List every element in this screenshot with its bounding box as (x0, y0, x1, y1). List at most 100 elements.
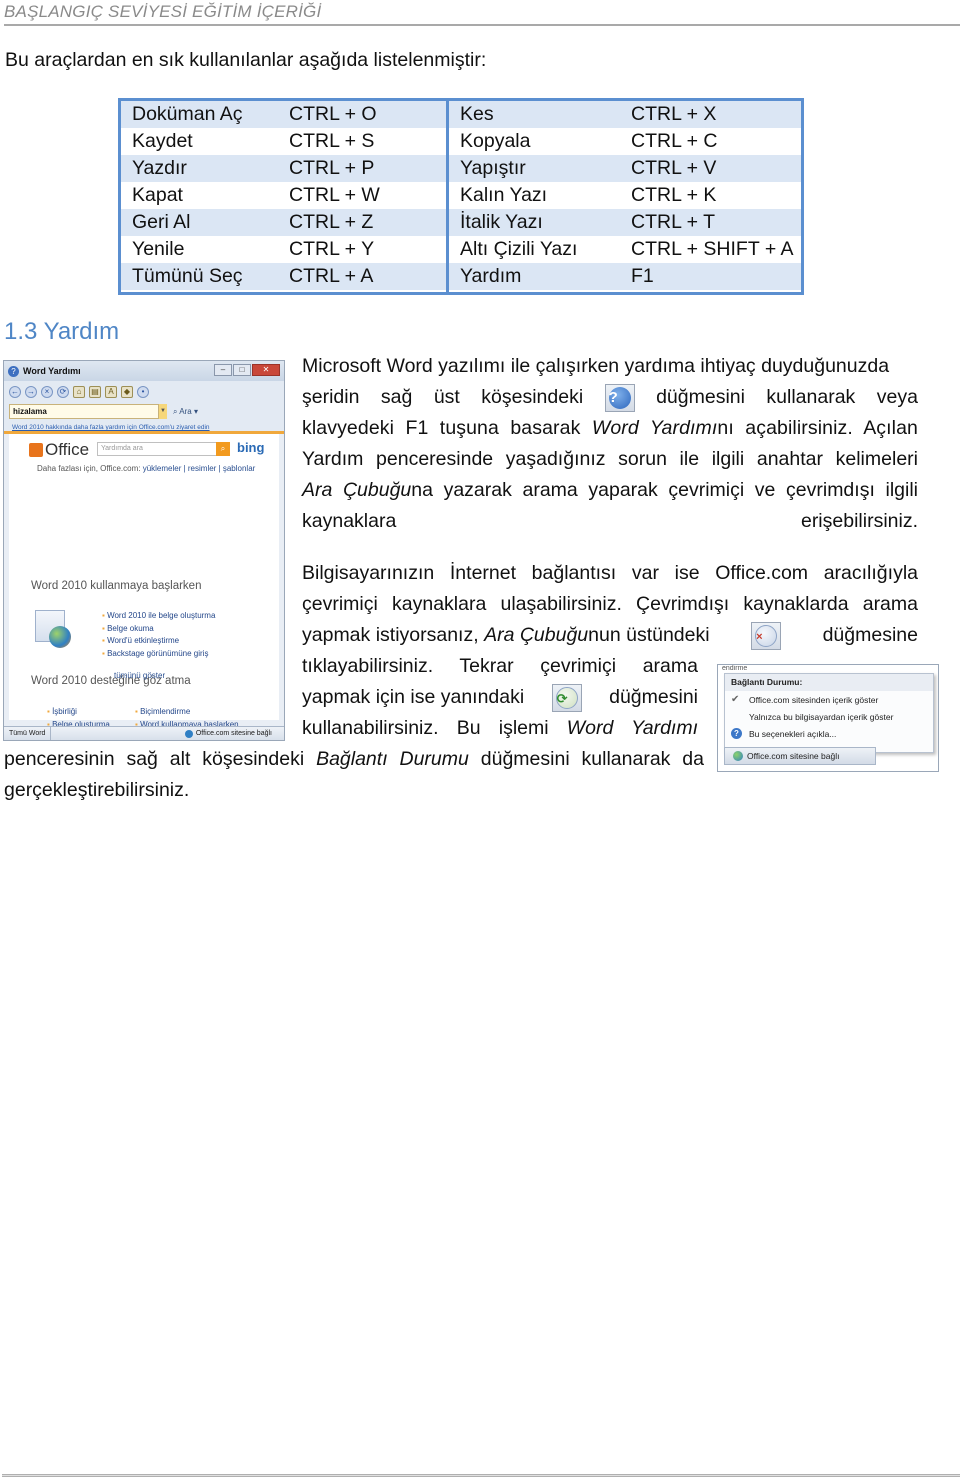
font-size-icon[interactable]: A (105, 385, 117, 398)
connection-status-label: Office.com sitesine bağlı (747, 751, 840, 761)
help-link[interactable]: Word'ü etkinleştirme (102, 635, 215, 648)
section1-title: Word 2010 kullanmaya başlarken (31, 580, 202, 592)
text: yapmak istiyorsanız, (302, 624, 485, 646)
text-line: penceresinin sağ alt köşesindeki Bağlant… (4, 744, 704, 775)
word-help-screenshot: ? Word Yardımı – □ ✕ ← → × ⟳ ⌂ ▤ A ◆ • h… (3, 360, 285, 741)
globe-icon (184, 729, 193, 738)
emphasis: Word Yardımı (591, 417, 718, 439)
paragraph-2: Bilgisayarınızın İnternet bağlantısı var… (302, 558, 918, 651)
table-row: Kalın Yazı CTRL + K (449, 182, 801, 209)
help-button-image: ? (604, 383, 635, 412)
print-icon[interactable]: ▤ (89, 385, 101, 398)
minimize-icon[interactable]: – (214, 364, 232, 376)
emphasis: Word Yardımı (566, 717, 698, 739)
text: nı açabilirsiniz. Açılan (717, 417, 918, 439)
table-row: Yazdır CTRL + P (121, 155, 446, 182)
text: nun üstündeki (588, 624, 710, 646)
more-links[interactable]: yüklemeler | resimler | şablonlar (143, 464, 256, 473)
help-link[interactable]: İşbirliği (47, 706, 110, 719)
section-title: 1.3 Yardım (4, 318, 120, 345)
help-app-icon: ? (8, 365, 19, 377)
text-line: Bilgisayarınızın İnternet bağlantısı var… (302, 558, 918, 589)
refresh-button-image: ⟳ (551, 683, 582, 712)
table-row: Yapıştır CTRL + V (449, 155, 801, 182)
page-header: BAŞLANGIÇ SEVİYESİ EĞİTİM İÇERİĞİ (4, 1, 960, 26)
table-row: Yenile CTRL + Y (121, 236, 446, 263)
text-line: tıklayabilirsiniz. Tekrar çevrimiçi aram… (302, 651, 698, 682)
shortcut-key: CTRL + Z (289, 211, 374, 233)
text-line: Ara Çubuğuna yazarak arama yaparak çevri… (302, 475, 918, 506)
bing-logo: bing (237, 440, 265, 455)
text: tıklayabilirsiniz. Tekrar çevrimiçi aram… (302, 655, 698, 677)
text: Bilgisayarınızın İnternet bağlantısı var… (302, 562, 918, 584)
text: Microsoft Word yazılımı ile çalışırken y… (302, 355, 890, 377)
forward-icon[interactable]: → (25, 385, 37, 398)
help-link[interactable]: Backstage görünümüne giriş (102, 648, 215, 661)
shortcut-name: Geri Al (132, 211, 191, 233)
office-logo: Office (29, 440, 89, 460)
shortcut-key: CTRL + SHIFT + A (631, 238, 794, 260)
help-search-row: hizalama ▼ ⌕ Ara ▾ (4, 402, 284, 421)
text: şeridin (302, 386, 360, 408)
table-row: Doküman Aç CTRL + O (121, 101, 446, 128)
text-line: kaynaklara erişebilirsiniz. (302, 506, 918, 537)
office-logo-icon (29, 443, 43, 457)
table-row: Yardım F1 (449, 263, 801, 290)
back-icon[interactable]: ← (9, 385, 21, 398)
pin-icon[interactable]: • (137, 385, 149, 398)
maximize-icon[interactable]: □ (233, 364, 251, 376)
refresh-icon: ⟳ (555, 686, 578, 709)
menu-item-label: Office.com sitesinden içerik göster (749, 694, 879, 705)
shortcut-key: CTRL + Y (289, 238, 375, 260)
search-button[interactable]: ⌕ Ara ▾ (173, 407, 198, 417)
text-line: çevrimiçi kaynaklara ulaşabilirsiniz. Çe… (302, 589, 918, 620)
help-search-input[interactable]: hizalama (9, 404, 159, 419)
text-line: yapmak için ise yanındaki ⟳ düğmesini (302, 682, 698, 713)
shortcut-name: Kapat (132, 184, 183, 206)
help-link[interactable]: Belge okuma (102, 623, 215, 636)
shortcut-key: CTRL + K (631, 184, 717, 206)
refresh-icon[interactable]: ⟳ (57, 385, 69, 398)
help-link[interactable]: Word 2010 ile belge oluşturma (102, 610, 215, 623)
shortcut-key: CTRL + V (631, 157, 717, 179)
stop-icon[interactable]: × (41, 385, 53, 398)
text-line: kullanabilirsiniz. Bu işlemi Word Yardım… (302, 713, 698, 744)
text-line: klavyedeki F1 tuşuna basarak Word Yardım… (302, 413, 918, 444)
shortcut-name: Kalın Yazı (460, 184, 548, 206)
help-link[interactable]: Biçimlendirme (135, 706, 239, 719)
shortcut-table: Doküman Aç CTRL + O Kaydet CTRL + S Yazdır… (118, 98, 804, 295)
status-scope[interactable]: Tümü Word (4, 727, 52, 740)
search-button-label: Ara (179, 406, 192, 416)
show-all-link[interactable]: tümünü göster (114, 671, 165, 680)
connection-status-button[interactable]: Office.com sitesine bağlı (184, 729, 284, 738)
emphasis: Bağlantı Durumu (316, 748, 469, 770)
menu-item-label: Yalnızca bu bilgisayardan içerik göster (749, 711, 894, 722)
menu-item-label: Bu seçenekleri açıkla... (749, 728, 837, 739)
search-icon[interactable]: ⌕ (216, 442, 230, 456)
toc-book-icon[interactable]: ◆ (121, 385, 133, 398)
office-search-input[interactable]: Yardımda ara (97, 442, 219, 456)
footer-divider (2, 1474, 960, 1477)
menu-item-online[interactable]: ✔ Office.com sitesinden içerik göster (725, 691, 933, 708)
text: düğmesini kullanarak da (468, 748, 705, 770)
connection-status-button[interactable]: Office.com sitesine bağlı (724, 747, 876, 765)
chevron-down-icon[interactable]: ▼ (159, 404, 167, 419)
text: düğmesine (822, 624, 918, 646)
shortcut-name: Kopyala (460, 130, 531, 152)
menu-item-offline[interactable]: Yalnızca bu bilgisayardan içerik göster (725, 708, 933, 725)
menu-item-explain[interactable]: ? Bu seçenekleri açıkla... (725, 725, 933, 742)
office-com-link[interactable]: Word 2010 hakkında daha fazla yardım içi… (4, 421, 284, 434)
shortcut-name: Kaydet (132, 130, 193, 152)
globe-icon (49, 626, 71, 648)
shortcut-name: Doküman Aç (132, 103, 243, 125)
text: düğmesini (656, 386, 745, 408)
text-line: Microsoft Word yazılımı ile çalışırken y… (302, 351, 918, 382)
shortcut-name: Kes (460, 103, 494, 125)
close-icon[interactable]: ✕ (252, 364, 280, 376)
home-icon[interactable]: ⌂ (73, 385, 85, 398)
text: kullanabilirsiniz. Bu işlemi (302, 717, 567, 739)
window-controls: – □ ✕ (213, 364, 280, 378)
section2-title: Word 2010 desteğine göz atma (31, 675, 191, 687)
shortcut-name: Yenile (132, 238, 185, 260)
text: gerçekleştirebilirsiniz. (4, 779, 190, 801)
